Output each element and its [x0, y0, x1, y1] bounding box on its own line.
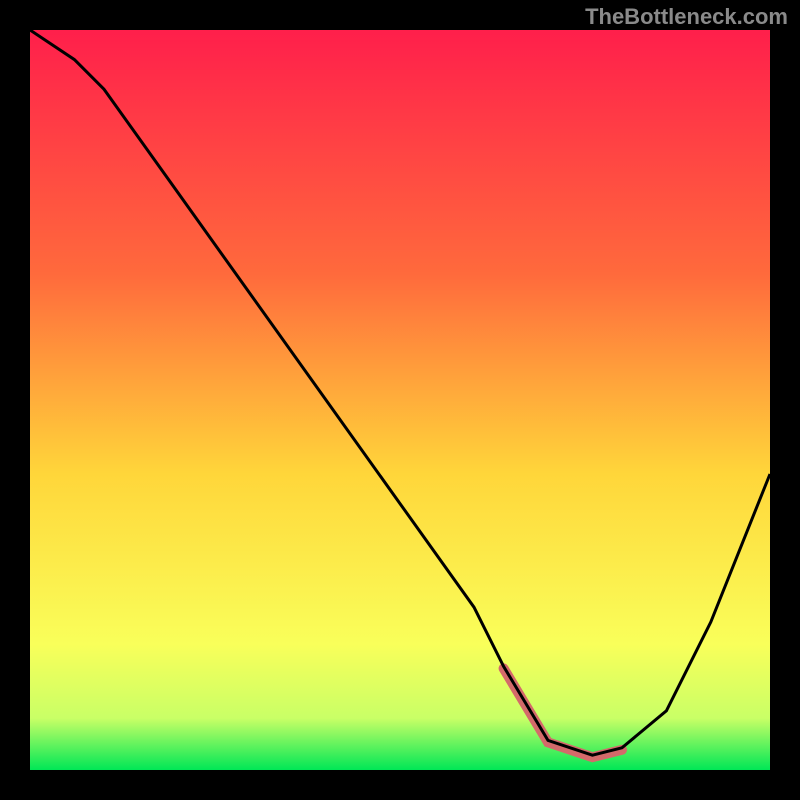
chart-frame: TheBottleneck.com: [0, 0, 800, 800]
chart-svg: [30, 30, 770, 770]
watermark-text: TheBottleneck.com: [585, 4, 788, 30]
plot-area: [30, 30, 770, 770]
